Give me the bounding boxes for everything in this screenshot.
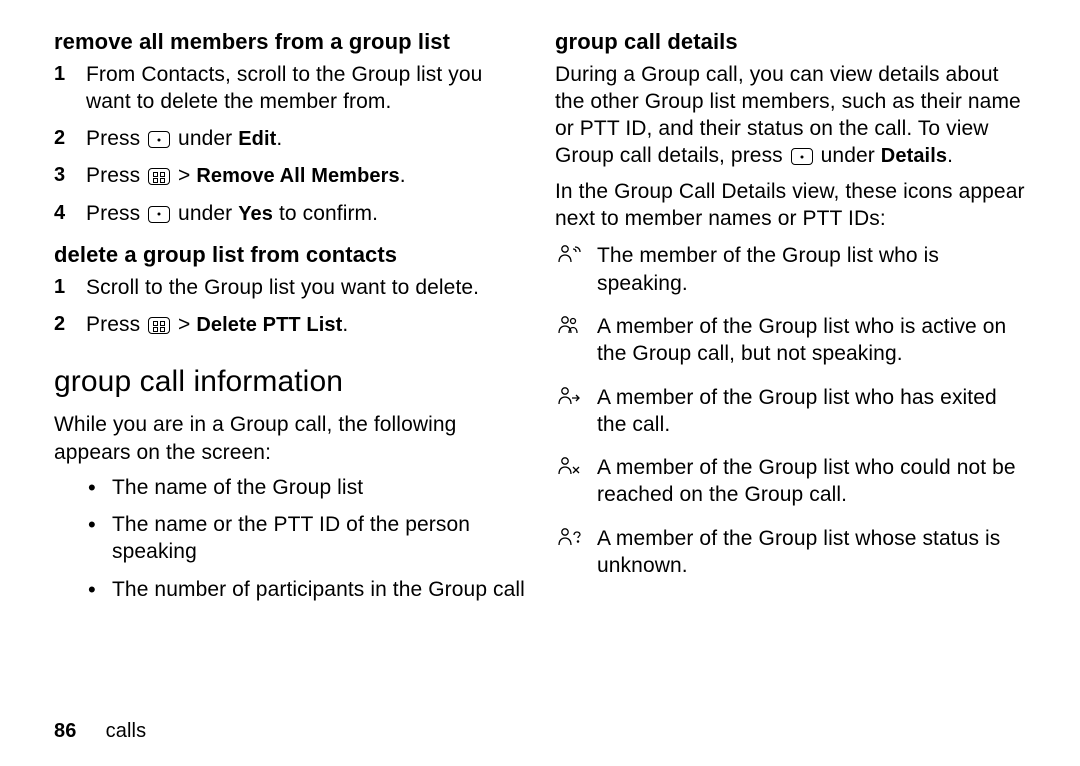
right-column: group call details During a Group call, … <box>555 28 1026 613</box>
two-column-layout: remove all members from a group list Fro… <box>54 28 1026 613</box>
paragraph: During a Group call, you can view detail… <box>555 61 1026 170</box>
step: Press > Delete PTT List. <box>54 311 525 338</box>
step: Press under Edit. <box>54 125 525 152</box>
text: The member of the Group list who is spea… <box>597 244 939 294</box>
label-delete-ptt-list: Delete PTT List <box>196 314 342 336</box>
text: . <box>947 144 953 167</box>
heading-group-call-details: group call details <box>555 28 1026 57</box>
step: Press under Yes to confirm. <box>54 200 525 227</box>
manual-page: remove all members from a group list Fro… <box>0 0 1080 766</box>
text: under <box>172 127 238 150</box>
step: Scroll to the Group list you want to del… <box>54 274 525 301</box>
steps-remove-all: From Contacts, scroll to the Group list … <box>54 61 525 227</box>
text: . <box>276 127 282 150</box>
bullet-list: The name of the Group list The name or t… <box>54 474 525 603</box>
text: . <box>400 164 406 187</box>
step: Press > Remove All Members. <box>54 162 525 189</box>
text: . <box>342 313 348 336</box>
text: under <box>172 202 238 225</box>
left-column: remove all members from a group list Fro… <box>54 28 525 613</box>
list-item: The name of the Group list <box>54 474 525 501</box>
member-unreachable-icon <box>557 455 583 475</box>
list-item: A member of the Group list whose status … <box>555 525 1026 580</box>
softkey-dot-icon <box>791 148 813 165</box>
page-number: 86 <box>54 718 100 744</box>
icon-legend-list: The member of the Group list who is spea… <box>555 242 1026 579</box>
list-item: The member of the Group list who is spea… <box>555 242 1026 297</box>
list-item: The name or the PTT ID of the person spe… <box>54 511 525 566</box>
label-edit: Edit <box>238 128 276 150</box>
paragraph: In the Group Call Details view, these ic… <box>555 178 1026 233</box>
list-item: A member of the Group list who could not… <box>555 454 1026 509</box>
text: > <box>172 313 196 336</box>
text: Press <box>86 164 146 187</box>
menu-key-icon <box>148 317 170 334</box>
member-unknown-icon <box>557 526 583 546</box>
heading-group-call-info: group call information <box>54 362 525 401</box>
member-exited-icon <box>557 385 583 405</box>
list-item: The number of participants in the Group … <box>54 576 525 603</box>
text: Press <box>86 313 146 336</box>
list-item: A member of the Group list who has exite… <box>555 384 1026 439</box>
text: Press <box>86 202 146 225</box>
text: to confirm. <box>273 202 378 225</box>
label-details: Details <box>881 145 947 167</box>
paragraph: While you are in a Group call, the follo… <box>54 411 525 466</box>
softkey-dot-icon <box>148 206 170 223</box>
page-footer: 86 calls <box>54 718 146 744</box>
text: Press <box>86 127 146 150</box>
member-speaking-icon <box>557 243 583 263</box>
member-active-icon <box>557 314 583 334</box>
label-yes: Yes <box>238 203 273 225</box>
label-remove-all-members: Remove All Members <box>196 165 399 187</box>
menu-key-icon <box>148 168 170 185</box>
text: A member of the Group list whose status … <box>597 527 1000 577</box>
text: A member of the Group list who has exite… <box>597 386 997 436</box>
heading-delete-group: delete a group list from contacts <box>54 241 525 270</box>
text: > <box>172 164 196 187</box>
text: A member of the Group list who could not… <box>597 456 1016 506</box>
list-item: A member of the Group list who is active… <box>555 313 1026 368</box>
heading-remove-all: remove all members from a group list <box>54 28 525 57</box>
softkey-dot-icon <box>148 131 170 148</box>
step: From Contacts, scroll to the Group list … <box>54 61 525 116</box>
section-name: calls <box>106 720 147 742</box>
text: under <box>815 144 881 167</box>
text: A member of the Group list who is active… <box>597 315 1006 365</box>
steps-delete-group: Scroll to the Group list you want to del… <box>54 274 525 339</box>
